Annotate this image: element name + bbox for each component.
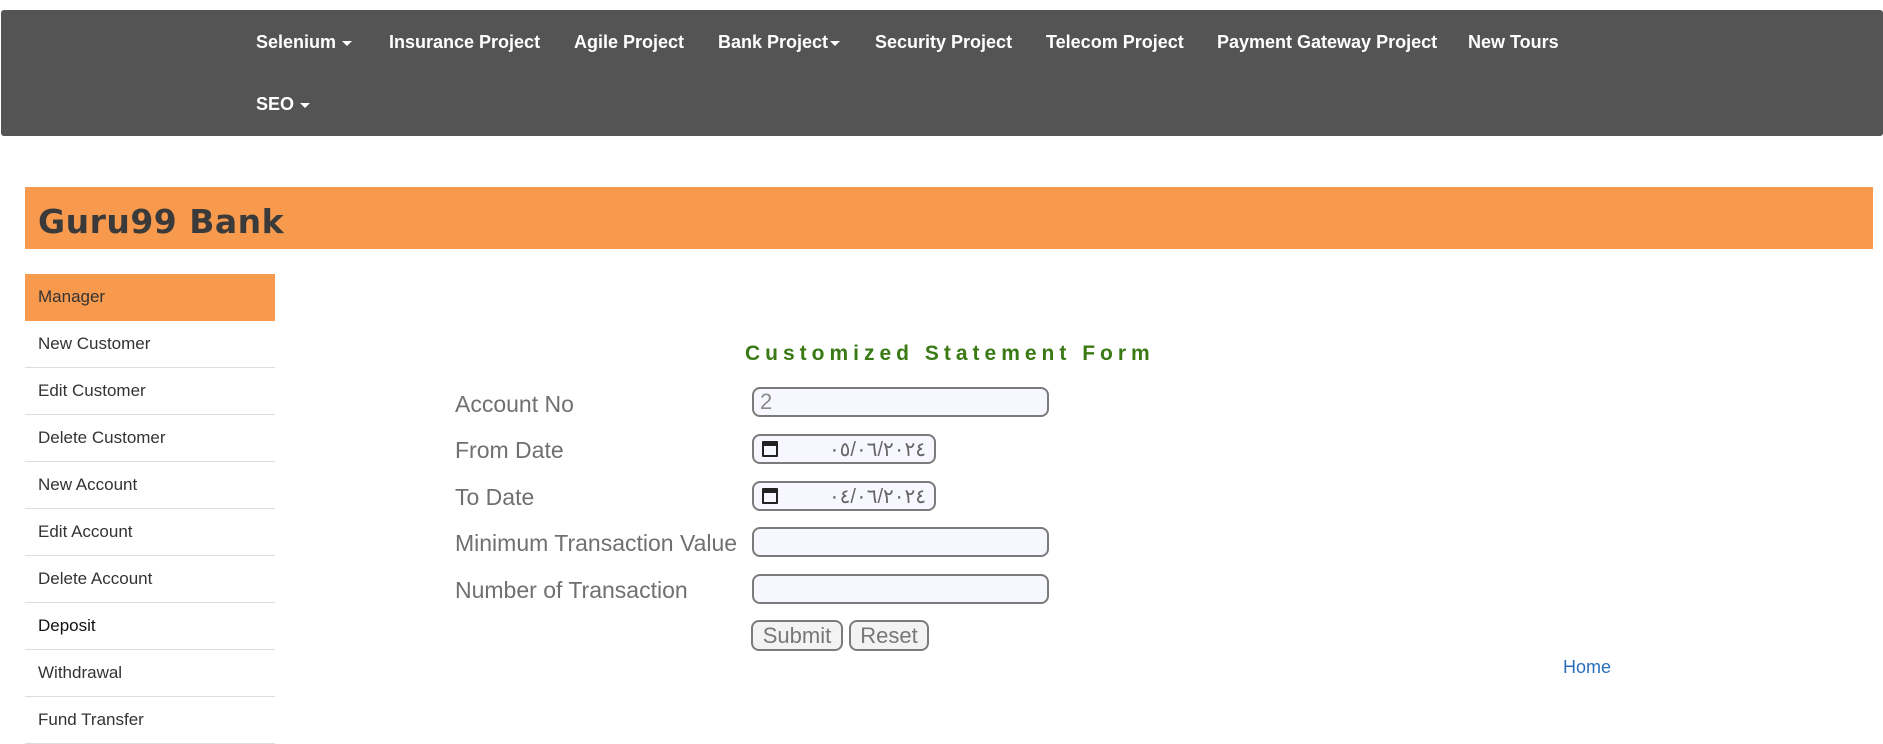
bank-title: Guru99 Bank [38,202,285,241]
sidebar-item-fund-transfer[interactable]: Fund Transfer [25,697,275,744]
nav-selenium[interactable]: Selenium [256,32,353,52]
to-date-value: ٠٤/٠٦/٢٠٢٤ [828,486,926,508]
caret-down-icon [830,40,841,46]
nav-agile-project[interactable]: Agile Project [574,32,684,52]
to-date-input[interactable]: ٠٤/٠٦/٢٠٢٤ [752,481,936,511]
sidebar-item-new-account[interactable]: New Account [25,462,275,509]
min-transaction-value-label: Minimum Transaction Value [455,530,738,556]
bank-banner: Guru99 Bank [25,187,1873,249]
top-navbar: Selenium Insurance Project Agile Project… [1,10,1883,136]
nav-telecom-project[interactable]: Telecom Project [1046,32,1184,52]
from-date-label: From Date [455,437,564,463]
to-date-label: To Date [455,484,535,510]
sidebar-item-new-customer[interactable]: New Customer [25,321,275,368]
sidebar-item-delete-account[interactable]: Delete Account [25,556,275,603]
account-no-label: Account No [455,391,574,417]
home-link[interactable]: Home [1563,657,1611,678]
reset-button[interactable]: Reset [849,620,929,651]
sidebar-item-edit-customer[interactable]: Edit Customer [25,368,275,415]
nav-new-tours[interactable]: New Tours [1468,32,1559,52]
from-date-value: ٠٥/٠٦/٢٠٢٤ [828,439,926,461]
account-no-input[interactable]: 2 [752,387,1049,417]
sidebar-item-delete-customer[interactable]: Delete Customer [25,415,275,462]
nav-label: Bank Project [718,32,829,52]
sidebar-item-withdrawal[interactable]: Withdrawal [25,650,275,697]
nav-label: Selenium [256,32,337,52]
nav-insurance-project[interactable]: Insurance Project [389,32,540,52]
from-date-input[interactable]: ٠٥/٠٦/٢٠٢٤ [752,434,936,464]
number-of-transaction-label: Number of Transaction [455,577,688,603]
sidebar-item-deposit[interactable]: Deposit [25,603,275,650]
caret-down-icon [300,102,311,108]
caret-down-icon [342,40,353,46]
min-transaction-value-input[interactable] [752,527,1049,557]
calendar-icon[interactable] [762,441,778,457]
sidebar-item-manager[interactable]: Manager [25,274,275,321]
nav-payment-gateway-project[interactable]: Payment Gateway Project [1217,32,1437,52]
sidebar-menu: Manager New Customer Edit Customer Delet… [25,274,275,744]
number-of-transaction-input[interactable] [752,574,1049,604]
nav-security-project[interactable]: Security Project [875,32,1012,52]
form-title: Customized Statement Form [745,342,1155,365]
sidebar-item-edit-account[interactable]: Edit Account [25,509,275,556]
nav-bank-project[interactable]: Bank Project [718,32,841,52]
nav-label: SEO [256,94,295,114]
nav-seo[interactable]: SEO [256,94,311,114]
calendar-icon[interactable] [762,488,778,504]
submit-button[interactable]: Submit [751,620,843,651]
